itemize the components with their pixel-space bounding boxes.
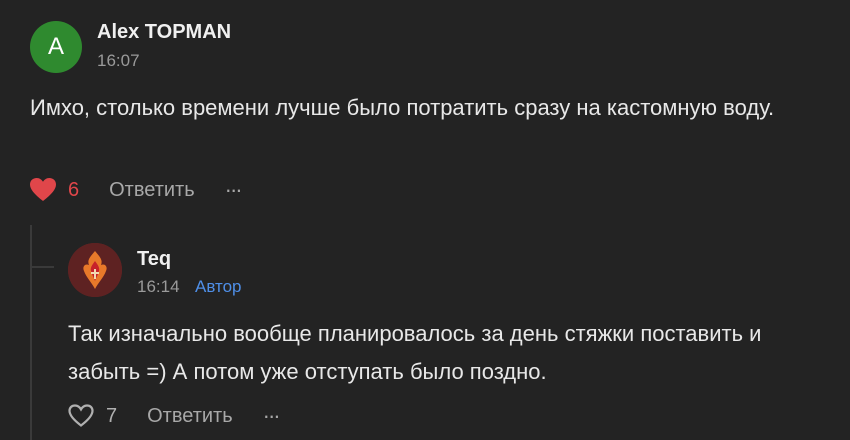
like-count: 6 [68,178,80,201]
heart-outline-icon[interactable] [68,404,94,428]
reply-button[interactable]: Ответить [109,179,195,202]
more-options-button[interactable]: ··· [225,179,243,201]
more-options-button[interactable]: ··· [263,405,281,427]
author-name[interactable]: Alex TOPMAN [97,21,231,44]
comment-actions: 6 Ответить ··· [30,178,243,202]
comment-text: Имхо, столько времени лучше было потрати… [30,95,775,120]
thread-branch [30,266,54,268]
avatar-letter: A [47,33,64,60]
avatar[interactable]: A [30,21,82,73]
comment-timestamp[interactable]: 16:14 [137,277,180,297]
avatar[interactable] [68,243,122,297]
heart-filled-icon[interactable] [30,178,56,202]
comment-actions: 7 Ответить ··· [68,404,281,428]
author-badge: Автор [195,277,242,296]
flaming-heart-avatar-image [68,243,122,297]
reply-button[interactable]: Ответить [147,405,233,428]
thread-line [30,225,32,440]
author-name[interactable]: Teq [137,248,171,271]
like-count: 7 [106,404,118,427]
comment-text: Так изначально вообще планировалось за д… [68,321,762,384]
comment-timestamp[interactable]: 16:07 [97,51,140,71]
